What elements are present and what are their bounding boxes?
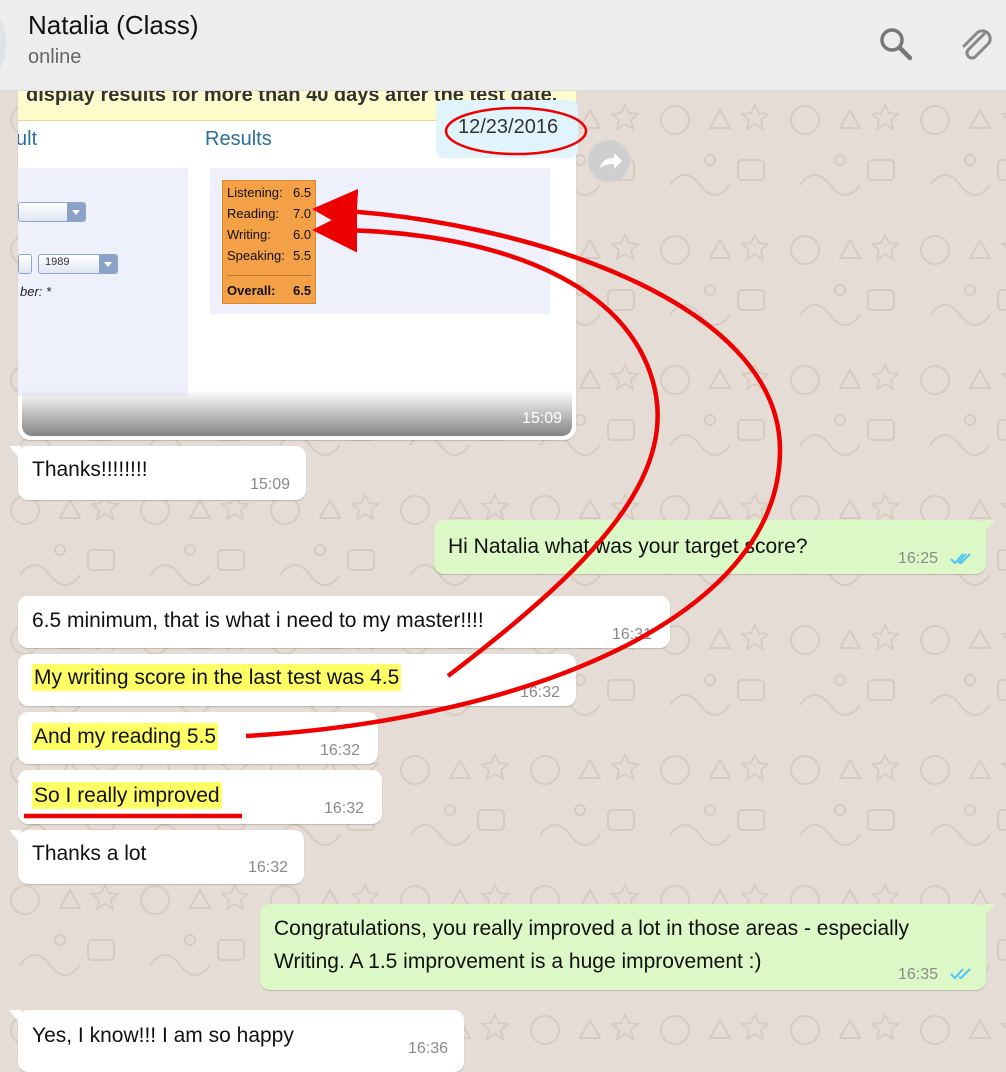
message-incoming[interactable]: And my reading 5.5 16:32 [18, 712, 378, 764]
image-bottom-gradient [22, 390, 572, 436]
double-check-icon [950, 553, 971, 565]
image-select-year: 1989 [38, 254, 118, 274]
message-incoming[interactable]: So I really improved 16:32 [18, 770, 382, 824]
score-divider [227, 275, 311, 276]
message-outgoing[interactable]: Congratulations, you really improved a l… [260, 904, 995, 990]
score-box: Listening: 6.5 Reading: 7.0 Writing: 6.0… [222, 180, 316, 304]
message-text: My writing score in the last test was 4.… [32, 664, 402, 691]
score-value: 5.5 [293, 248, 312, 263]
message-time: 16:32 [320, 742, 361, 759]
message-text: Thanks!!!!!!!! [32, 458, 148, 481]
image-select [18, 202, 86, 222]
date-bubble: 12/23/2016 [436, 100, 578, 158]
image-tab-result: ult [18, 128, 38, 150]
image-select-small [18, 254, 32, 274]
message-time: 16:25 [898, 550, 939, 567]
message-time: 16:32 [248, 859, 289, 876]
message-time: 15:09 [250, 476, 291, 493]
message-text: So I really improved [32, 782, 222, 809]
message-time: 16:35 [898, 966, 939, 983]
select-year-value: 1989 [45, 256, 70, 268]
highlighted-text: My writing score in the last test was 4.… [32, 664, 402, 691]
message-text: Hi Natalia what was your target score? [448, 535, 808, 558]
message-time: 15:09 [521, 410, 562, 427]
message-text: And my reading 5.5 [32, 723, 219, 750]
score-value: 6.0 [293, 227, 312, 242]
image-tab-results: Results [205, 128, 272, 150]
date-text: 12/23/2016 [458, 116, 559, 138]
message-incoming[interactable]: 6.5 minimum, that is what i need to my m… [18, 596, 670, 648]
overall-label: Overall: [227, 283, 276, 298]
paperclip-icon[interactable] [956, 24, 996, 64]
message-text-line: Congratulations, you really improved a l… [274, 917, 909, 940]
overall-value: 6.5 [293, 283, 312, 298]
image-field-label: ber: * [20, 284, 52, 299]
message-incoming[interactable]: Yes, I know!!! I am so happy 16:36 [9, 1010, 464, 1072]
overall-row: Overall: 6.5 [227, 283, 311, 298]
highlighted-text: And my reading 5.5 [32, 723, 219, 750]
score-value: 6.5 [293, 185, 312, 200]
forward-icon [600, 153, 622, 169]
message-outgoing[interactable]: Hi Natalia what was your target score? 1… [434, 520, 995, 574]
message-text-line: Writing. A 1.5 improvement is a huge imp… [274, 950, 762, 973]
message-time: 16:32 [324, 800, 365, 817]
message-time: 16:32 [520, 684, 561, 701]
message-text: Yes, I know!!! I am so happy [32, 1024, 294, 1047]
score-label: Speaking: [227, 248, 285, 263]
score-value: 7.0 [293, 206, 312, 221]
score-label: Writing: [227, 227, 271, 242]
score-row: Writing: 6.0 [227, 227, 311, 242]
message-time: 16:36 [408, 1040, 449, 1057]
message-incoming[interactable]: My writing score in the last test was 4.… [18, 654, 576, 706]
score-label: Reading: [227, 206, 280, 221]
score-row: Speaking: 5.5 [227, 248, 311, 263]
message-incoming[interactable]: Thanks!!!!!!!! 15:09 [9, 446, 306, 500]
highlighted-text: So I really improved [32, 782, 222, 809]
chat-header: Natalia (Class) online [0, 0, 1006, 91]
contact-avatar[interactable] [0, 16, 6, 70]
contact-name[interactable]: Natalia (Class) [28, 10, 199, 41]
forward-button[interactable] [588, 140, 630, 182]
search-icon[interactable] [876, 24, 916, 64]
contact-status: online [28, 46, 82, 68]
message-time: 16:31 [612, 626, 653, 643]
score-label: Listening: [227, 185, 283, 200]
score-row: Listening: 6.5 [227, 185, 311, 200]
message-text: 6.5 minimum, that is what i need to my m… [32, 609, 484, 632]
message-text: Thanks a lot [32, 842, 147, 865]
score-row: Reading: 7.0 [227, 206, 311, 221]
double-check-icon [950, 968, 971, 980]
message-incoming[interactable]: Thanks a lot 16:32 [9, 830, 304, 884]
